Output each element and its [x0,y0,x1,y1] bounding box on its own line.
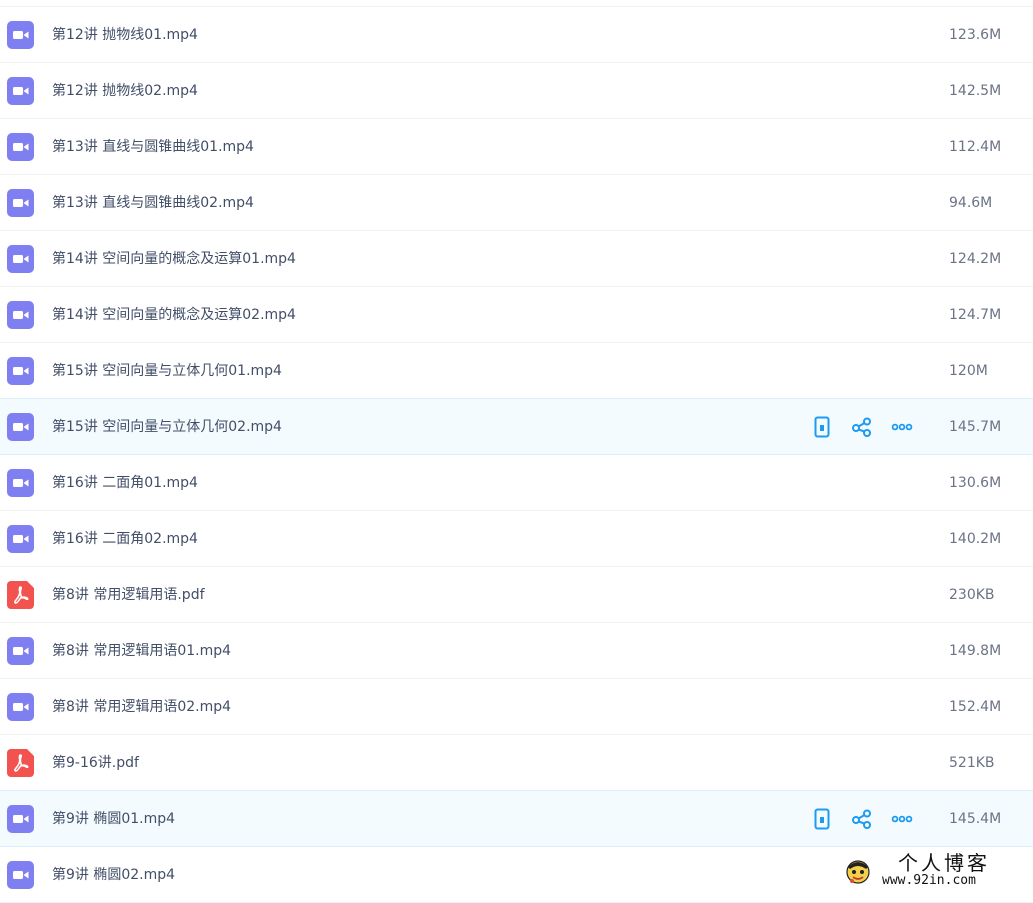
video-file-icon [7,301,34,329]
more-button[interactable] [890,807,914,831]
watermark: 个人博客 www.92in.com [840,851,1030,891]
video-camera-icon [13,703,29,711]
file-name[interactable]: 第8讲 常用逻辑用语.pdf [52,585,205,605]
pdf-acrobat-icon [14,586,29,604]
file-name[interactable]: 第8讲 常用逻辑用语01.mp4 [52,641,231,661]
file-row[interactable]: 第12讲 抛物线02.mp4 142.5M [0,63,1033,119]
phone-icon [814,416,830,438]
video-camera-icon [13,87,29,95]
watermark-url: www.92in.com [882,873,976,888]
file-name[interactable]: 第13讲 直线与圆锥曲线01.mp4 [52,137,254,157]
share-icon [852,417,871,437]
pdf-file-icon [7,581,34,609]
video-camera-icon [13,255,29,263]
file-name[interactable]: 第14讲 空间向量的概念及运算01.mp4 [52,249,296,269]
file-size: 124.7M [949,307,1002,323]
video-file-icon [7,637,34,665]
file-size: 145.7M [949,419,1002,435]
file-name[interactable]: 第15讲 空间向量与立体几何01.mp4 [52,361,282,381]
video-camera-icon [13,367,29,375]
file-name[interactable]: 第9-16讲.pdf [52,753,139,773]
share-icon [852,809,871,829]
file-size: 521KB [949,755,995,771]
video-camera-icon [13,647,29,655]
video-camera-icon [13,199,29,207]
video-camera-icon [13,479,29,487]
video-file-icon [7,357,34,385]
file-row[interactable]: 第15讲 空间向量与立体几何01.mp4 120M [0,343,1033,399]
video-camera-icon [13,871,29,879]
file-name[interactable]: 第12讲 抛物线02.mp4 [52,81,198,101]
file-size: 140.2M [949,531,1002,547]
video-file-icon [7,77,34,105]
file-size: 149.8M [949,643,1002,659]
pdf-acrobat-icon [14,754,29,772]
more-button[interactable] [890,415,914,439]
file-row[interactable]: 第14讲 空间向量的概念及运算02.mp4 124.7M [0,287,1033,343]
video-camera-icon [13,143,29,151]
file-row[interactable]: 第13讲 直线与圆锥曲线02.mp4 94.6M [0,175,1033,231]
video-file-icon [7,469,34,497]
file-size: 145.4M [949,811,1002,827]
file-row[interactable]: 第14讲 空间向量的概念及运算01.mp4 124.2M [0,231,1033,287]
file-row[interactable]: 第13讲 直线与圆锥曲线01.mp4 112.4M [0,119,1033,175]
more-icon [891,423,913,431]
video-file-icon [7,861,34,889]
video-camera-icon [13,31,29,39]
file-row[interactable]: 第9讲 椭圆01.mp4 145.4M [0,790,1033,847]
video-file-icon [7,189,34,217]
file-size: 152.4M [949,699,1002,715]
video-file-icon [7,21,34,49]
video-file-icon [7,133,34,161]
more-icon [891,815,913,823]
video-camera-icon [13,423,29,431]
file-list: 第12讲 抛物线01.mp4 123.6M 第12讲 抛物线02.mp4 142… [0,6,1033,903]
file-row[interactable]: 第8讲 常用逻辑用语.pdf 230KB [0,567,1033,623]
file-row[interactable]: 第15讲 空间向量与立体几何02.mp4 145.7M [0,398,1033,455]
video-file-icon [7,245,34,273]
file-size: 130.6M [949,475,1002,491]
share-button[interactable] [850,807,874,831]
file-size: 124.2M [949,251,1002,267]
video-camera-icon [13,311,29,319]
video-file-icon [7,413,34,441]
file-name[interactable]: 第9讲 椭圆01.mp4 [52,809,175,829]
send-to-phone-button[interactable] [810,415,834,439]
watermark-title: 个人博客 [898,851,990,875]
file-name[interactable]: 第8讲 常用逻辑用语02.mp4 [52,697,231,717]
file-name[interactable]: 第12讲 抛物线01.mp4 [52,25,198,45]
avatar-icon [846,860,870,884]
video-file-icon [7,693,34,721]
video-file-icon [7,525,34,553]
file-name[interactable]: 第13讲 直线与圆锥曲线02.mp4 [52,193,254,213]
share-button[interactable] [850,415,874,439]
file-name[interactable]: 第16讲 二面角02.mp4 [52,529,198,549]
file-size: 120M [949,363,988,379]
file-row[interactable]: 第8讲 常用逻辑用语01.mp4 149.8M [0,623,1033,679]
file-name[interactable]: 第9讲 椭圆02.mp4 [52,865,175,885]
file-name[interactable]: 第15讲 空间向量与立体几何02.mp4 [52,417,282,437]
file-row[interactable]: 第9-16讲.pdf 521KB [0,735,1033,791]
video-camera-icon [13,535,29,543]
video-camera-icon [13,815,29,823]
file-size: 230KB [949,587,995,603]
file-row[interactable]: 第8讲 常用逻辑用语02.mp4 152.4M [0,679,1033,735]
file-name[interactable]: 第14讲 空间向量的概念及运算02.mp4 [52,305,296,325]
send-to-phone-button[interactable] [810,807,834,831]
file-size: 112.4M [949,139,1002,155]
video-file-icon [7,805,34,833]
pdf-file-icon [7,749,34,777]
file-size: 123.6M [949,27,1002,43]
file-row[interactable]: 第16讲 二面角01.mp4 130.6M [0,455,1033,511]
file-name[interactable]: 第16讲 二面角01.mp4 [52,473,198,493]
file-row[interactable]: 第16讲 二面角02.mp4 140.2M [0,511,1033,567]
file-size: 94.6M [949,195,993,211]
file-size: 142.5M [949,83,1002,99]
phone-icon [814,808,830,830]
file-row[interactable]: 第12讲 抛物线01.mp4 123.6M [0,7,1033,63]
